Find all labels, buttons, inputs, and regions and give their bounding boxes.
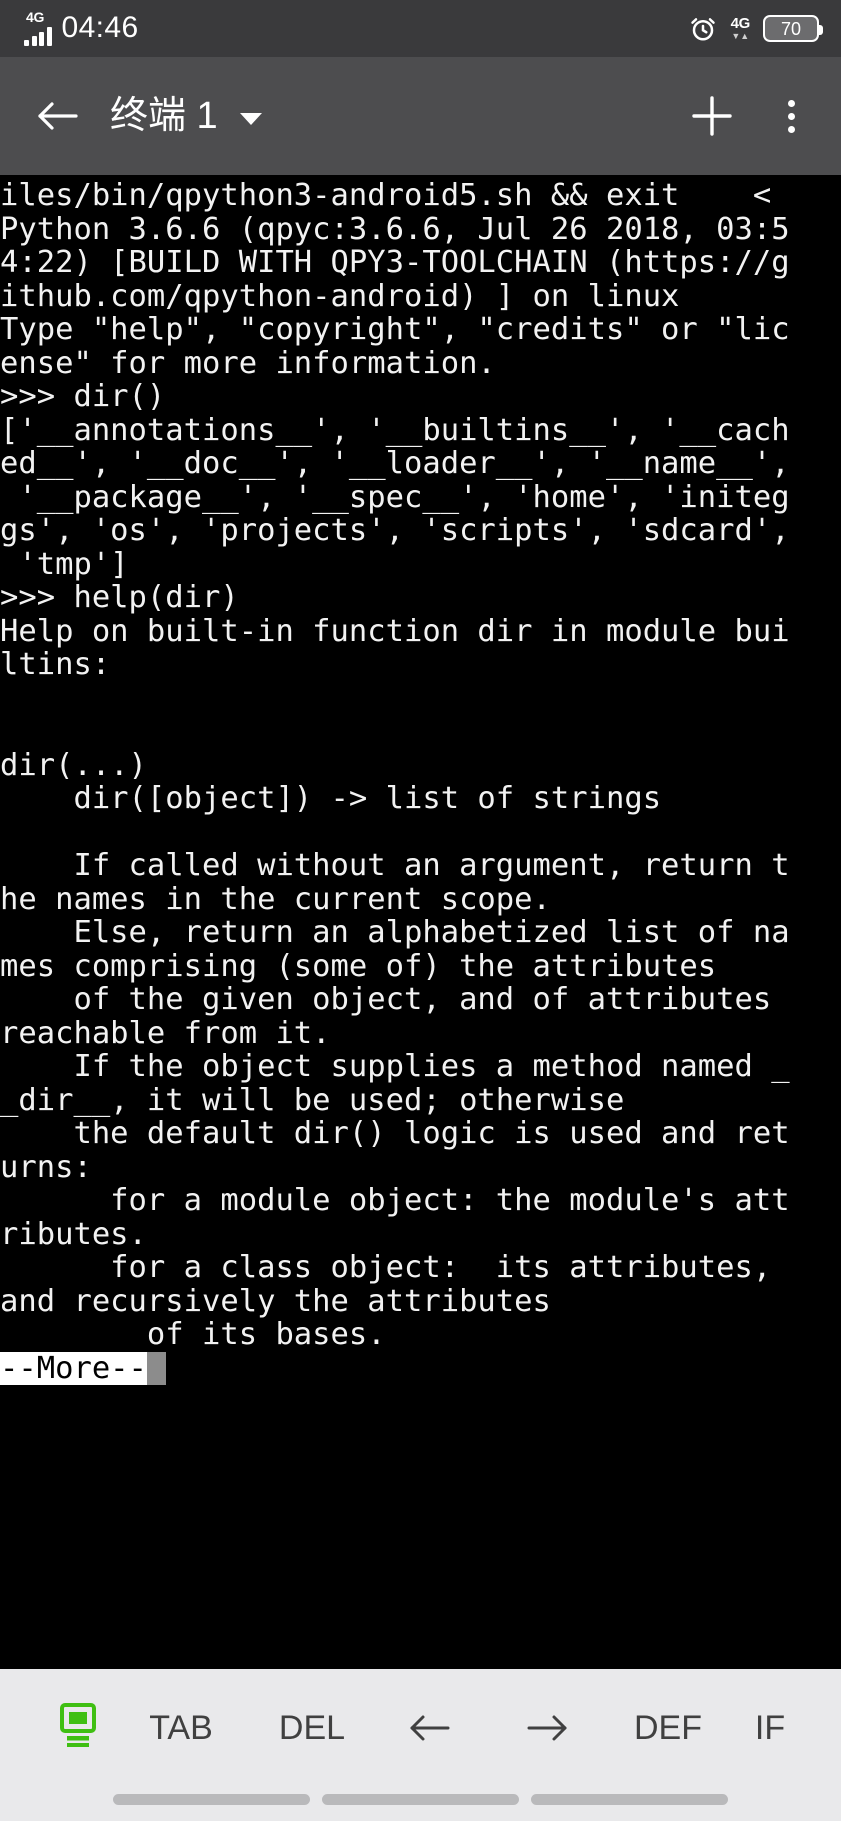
terminal-line: mes comprising (some of) the attributes xyxy=(0,948,717,984)
nav-hint-pill[interactable] xyxy=(531,1794,728,1805)
terminal-line: he names in the current scope. xyxy=(0,881,551,917)
terminal-line: Type "help", "copyright", "credits" or "… xyxy=(0,312,790,347)
android-nav-bar xyxy=(0,1786,841,1821)
terminal-line: of its bases. xyxy=(0,1317,386,1352)
signal-strength-icon: 4G xyxy=(24,8,52,46)
terminal-line: gs', 'os', 'projects', 'scripts', 'sdcar… xyxy=(0,513,790,548)
key-del-label: DEL xyxy=(278,1708,346,1747)
app-root: 4G 04:46 4G ▼▲ 70 终端 1 iles/bin/qpython3… xyxy=(0,0,841,1821)
terminal-line: reachable from it. xyxy=(0,1015,331,1051)
terminal-line: ithub.com/qpython-android) ] on linux xyxy=(0,278,680,314)
network-type-label: 4G xyxy=(26,8,45,25)
key-if[interactable]: IF xyxy=(730,1697,810,1759)
more-vertical-icon-dot xyxy=(787,112,795,120)
key-del[interactable]: DEL xyxy=(252,1697,372,1759)
terminal-line: Python 3.6.6 (qpyc:3.6.6, Jul 26 2018, 0… xyxy=(0,211,790,247)
nav-hint-pill[interactable] xyxy=(113,1794,310,1805)
terminal-line: ltins: xyxy=(0,647,111,682)
terminal-line: iles/bin/qpython3-android5.sh && exit < xyxy=(0,178,772,213)
back-button[interactable] xyxy=(26,85,88,147)
page-title: 终端 1 xyxy=(110,95,218,137)
key-if-label: IF xyxy=(754,1708,786,1747)
arrow-right-icon xyxy=(488,1711,606,1745)
app-bar-right xyxy=(681,85,811,147)
arrow-left-icon xyxy=(372,1711,488,1745)
terminal-toggle-button[interactable] xyxy=(46,1696,110,1760)
terminal-line: the default dir() logic is used and ret xyxy=(0,1116,790,1151)
terminal-line: >>> help(dir) xyxy=(0,580,239,615)
terminal-line: If called without an argument, return t xyxy=(0,848,790,883)
alarm-clock-icon xyxy=(688,14,718,44)
data-transfer-arrows-icon: ▼▲ xyxy=(731,31,750,41)
terminal-line: dir([object]) -> list of strings xyxy=(0,781,662,816)
battery-percent-label: 70 xyxy=(780,18,802,39)
status-bar-right: 4G ▼▲ 70 xyxy=(688,14,823,44)
arrow-left-icon xyxy=(34,96,80,136)
more-vertical-icon-dot xyxy=(787,99,795,107)
terminal-line: _dir__, it will be used; otherwise xyxy=(0,1082,625,1118)
terminal-line: ed__', '__doc__', '__loader__', '__name_… xyxy=(0,446,790,481)
data-network-indicator: 4G ▼▲ xyxy=(730,15,751,41)
overflow-menu-button[interactable] xyxy=(771,85,811,147)
key-tab[interactable]: TAB xyxy=(110,1697,252,1759)
key-arrow-right[interactable] xyxy=(488,1697,606,1759)
terminal-text: iles/bin/qpython3-android5.sh && exit < P… xyxy=(0,175,841,1385)
terminal-line: for a module object: the module's att xyxy=(0,1183,790,1218)
data-network-label: 4G xyxy=(730,15,751,32)
key-def-label: DEF xyxy=(634,1708,702,1747)
pager-prompt-row[interactable]: --More-- xyxy=(0,1350,841,1386)
terminal-line: of the given object, and of attributes xyxy=(0,982,772,1017)
chevron-down-icon xyxy=(239,112,262,125)
terminal-monitor-icon xyxy=(58,1703,98,1752)
app-bar-left: 终端 1 xyxy=(26,85,681,147)
terminal-session-selector[interactable]: 终端 1 xyxy=(110,97,262,135)
terminal-key-toolbar: TAB DEL DEF IF xyxy=(0,1669,841,1786)
pager-more-prompt: --More-- xyxy=(0,1350,147,1386)
key-arrow-left[interactable] xyxy=(372,1697,488,1759)
terminal-line: ['__annotations__', '__builtins__', '__c… xyxy=(0,412,790,448)
nav-hint-pill[interactable] xyxy=(322,1794,519,1805)
terminal-line: dir(...) xyxy=(0,747,147,783)
key-tab-label: TAB xyxy=(149,1708,213,1747)
terminal-line: ributes. xyxy=(0,1216,147,1252)
signal-bars-icon xyxy=(24,26,52,46)
key-def[interactable]: DEF xyxy=(606,1697,730,1759)
terminal-line: 'tmp'] xyxy=(0,546,129,582)
terminal-line: '__package__', '__spec__', 'home', 'init… xyxy=(0,479,790,515)
key-row: TAB DEL DEF IF xyxy=(110,1697,841,1759)
terminal-line: Help on built-in function dir in module … xyxy=(0,613,790,649)
terminal-line: for a class object: its attributes, xyxy=(0,1250,772,1285)
more-vertical-icon-dot xyxy=(787,125,795,133)
new-session-button[interactable] xyxy=(681,85,743,147)
terminal-output-area[interactable]: iles/bin/qpython3-android5.sh && exit < P… xyxy=(0,175,841,1669)
terminal-line: 4:22) [BUILD WITH QPY3-TOOLCHAIN (https:… xyxy=(0,245,790,280)
terminal-line: If the object supplies a method named _ xyxy=(0,1049,790,1084)
terminal-line: urns: xyxy=(0,1149,92,1185)
terminal-line: and recursively the attributes xyxy=(0,1283,551,1319)
plus-icon xyxy=(689,93,735,139)
terminal-line: ense" for more information. xyxy=(0,345,496,381)
status-bar-clock: 04:46 xyxy=(61,11,139,44)
terminal-cursor xyxy=(146,1351,166,1385)
app-bar: 终端 1 xyxy=(0,57,841,175)
android-status-bar: 4G 04:46 4G ▼▲ 70 xyxy=(0,0,841,57)
status-bar-left: 4G 04:46 xyxy=(24,8,139,46)
battery-icon: 70 xyxy=(763,15,823,42)
terminal-line: >>> dir() xyxy=(0,379,166,414)
terminal-line: Else, return an alphabetized list of na xyxy=(0,915,790,950)
